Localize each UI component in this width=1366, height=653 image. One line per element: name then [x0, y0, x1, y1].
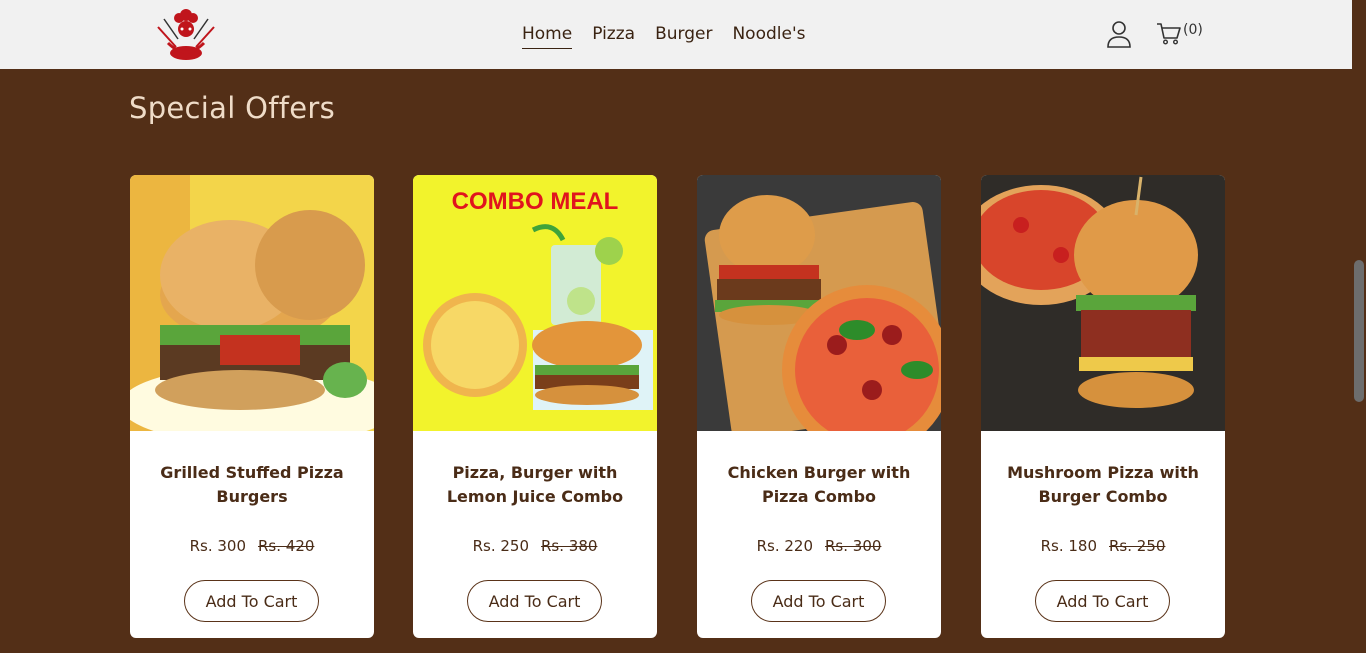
product-image: COMBO MEAL: [413, 175, 657, 431]
combo-meal-text: COMBO MEAL: [452, 188, 619, 215]
offer-card: Mushroom Pizza with Burger Combo Rs. 180…: [981, 175, 1225, 638]
nav-noodles[interactable]: Noodle's: [732, 22, 805, 49]
price: Rs. 250: [472, 537, 529, 555]
add-to-cart-button[interactable]: Add To Cart: [184, 580, 319, 622]
price: Rs. 220: [756, 537, 813, 555]
nav-burger[interactable]: Burger: [655, 22, 712, 49]
offer-card: Grilled Stuffed Pizza Burgers Rs. 300 Rs.…: [130, 175, 374, 638]
old-price: Rs. 300: [825, 537, 882, 555]
old-price: Rs. 380: [541, 537, 598, 555]
product-image: [130, 175, 374, 431]
site-header: Home Pizza Burger Noodle's (0): [0, 0, 1352, 69]
user-icon[interactable]: [1106, 20, 1132, 48]
add-to-cart-button[interactable]: Add To Cart: [1035, 580, 1170, 622]
nav-home[interactable]: Home: [522, 22, 573, 49]
price-row: Rs. 250 Rs. 380: [413, 537, 657, 555]
old-price: Rs. 420: [258, 537, 315, 555]
section-title: Special Offers: [129, 91, 336, 125]
price-row: Rs. 300 Rs. 420: [130, 537, 374, 555]
cart-icon: [1157, 23, 1181, 45]
price-row: Rs. 220 Rs. 300: [697, 537, 941, 555]
main-nav: Home Pizza Burger Noodle's: [522, 22, 805, 49]
product-image: [697, 175, 941, 431]
product-name: Chicken Burger with Pizza Combo: [727, 463, 911, 506]
nav-pizza[interactable]: Pizza: [592, 22, 635, 49]
cart-button[interactable]: (0): [1156, 20, 1203, 46]
product-image: [981, 175, 1225, 431]
offer-card: Chicken Burger with Pizza Combo Rs. 220 R…: [697, 175, 941, 638]
chef-logo-icon[interactable]: [154, 5, 218, 63]
cart-count: (0): [1183, 22, 1203, 38]
product-name: Pizza, Burger with Lemon Juice Combo: [446, 463, 624, 506]
add-to-cart-button[interactable]: Add To Cart: [467, 580, 602, 622]
add-to-cart-button[interactable]: Add To Cart: [751, 580, 886, 622]
price: Rs. 180: [1040, 537, 1097, 555]
price: Rs. 300: [189, 537, 246, 555]
old-price: Rs. 250: [1109, 537, 1166, 555]
product-name: Grilled Stuffed Pizza Burgers: [160, 463, 344, 506]
scrollbar-thumb[interactable]: [1354, 260, 1364, 402]
product-name: Mushroom Pizza with Burger Combo: [1007, 463, 1199, 506]
offer-card: COMBO MEAL Pizza, Burger with Lemon Juic…: [413, 175, 657, 638]
price-row: Rs. 180 Rs. 250: [981, 537, 1225, 555]
